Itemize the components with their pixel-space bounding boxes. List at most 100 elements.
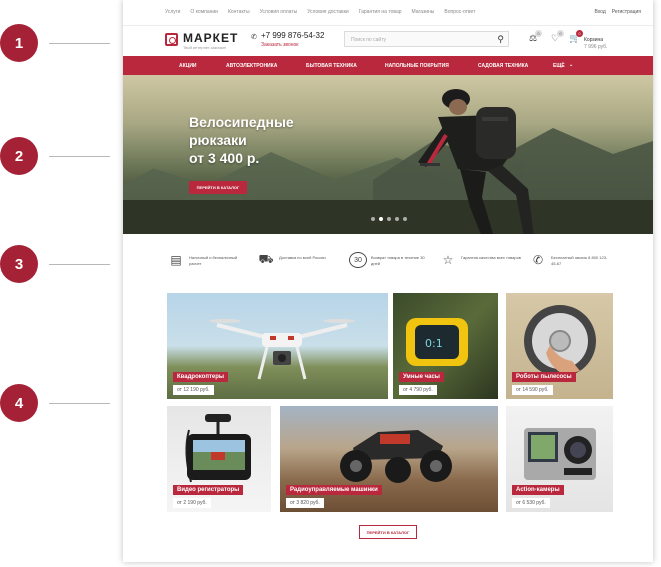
search-input[interactable]: Поиск по сайту ⚲ <box>344 31 509 47</box>
hero-catalog-button[interactable]: ПЕРЕЙТИ В КАТАЛОГ <box>189 181 247 194</box>
callout-line <box>49 156 110 157</box>
return-30-icon: 30 <box>349 252 367 268</box>
cyclist-image <box>418 89 534 234</box>
logo-tagline: Твой интернет-магазин <box>183 45 226 50</box>
callout-line <box>49 43 110 44</box>
tile-action-cameras[interactable]: Action-камеры от 6 530 руб. <box>506 406 613 512</box>
callout-line <box>49 403 110 404</box>
main-nav: АКЦИИ АВТОЭЛЕКТРОНИКА БЫТОВАЯ ТЕХНИКА НА… <box>123 56 653 75</box>
hero-title-line: Велосипедные <box>189 114 294 130</box>
callout-2: 2 <box>0 137 116 175</box>
action-camera-image <box>524 428 596 480</box>
top-link-payment[interactable]: Условия оплаты <box>260 9 298 15</box>
top-bar: Услуги О компании Контакты Условия оплат… <box>123 0 653 26</box>
callback-link[interactable]: Заказать звонок <box>261 42 298 48</box>
feature-text: Наличный и безналичный расчет <box>189 255 238 266</box>
nav-item-sales[interactable]: АКЦИИ <box>179 63 197 69</box>
top-link-delivery[interactable]: Условия доставки <box>307 9 349 15</box>
slider-dot[interactable] <box>395 217 399 221</box>
logo-icon[interactable] <box>165 33 178 46</box>
top-link-contacts[interactable]: Контакты <box>228 9 250 15</box>
header-phone[interactable]: +7 999 876-54-32 <box>261 31 324 40</box>
phone-icon: ✆ <box>251 34 257 41</box>
favorites-count-badge: 0 <box>557 30 564 37</box>
hero-banner[interactable]: Велосипедные рюкзаки от 3 400 р. ПЕРЕЙТИ… <box>123 75 653 234</box>
nav-item-garden[interactable]: САДОВАЯ ТЕХНИКА <box>478 63 528 69</box>
tile-label: Видео регистраторы <box>173 485 244 495</box>
stage: 1 2 3 4 Услуги О компании Контакты Услов… <box>0 0 661 567</box>
nav-item-more[interactable]: ЕЩЁ <box>553 63 565 69</box>
compare-count-badge: 0 <box>535 30 542 37</box>
drone-image <box>209 319 355 380</box>
slider-dot[interactable] <box>371 217 375 221</box>
tile-price: от 14 590 руб. <box>512 385 553 395</box>
svg-text:0:1: 0:1 <box>425 337 443 350</box>
tile-drones[interactable]: Квадрокоптеры от 12 190 руб. <box>167 293 388 399</box>
tile-price: от 2 190 руб. <box>173 498 211 508</box>
tile-robot-vacuums[interactable]: Роботы пылесосы от 14 590 руб. <box>506 293 613 399</box>
cart-count-badge: 0 <box>576 30 583 37</box>
robot-vacuum-image <box>524 305 596 377</box>
callout-3: 3 <box>0 245 116 283</box>
callout-number: 2 <box>0 137 38 175</box>
tile-price: от 4 790 руб. <box>399 385 437 395</box>
top-link-stores[interactable]: Магазины <box>412 9 435 15</box>
feature-text: Доставка по всей России <box>279 255 326 260</box>
hero-title: Велосипедные рюкзаки от 3 400 р. <box>189 113 294 167</box>
tile-label: Роботы пылесосы <box>512 372 576 382</box>
hero-title-line: рюкзаки <box>189 132 247 148</box>
logo[interactable]: МАРКЕТ <box>183 31 238 45</box>
slider-dot[interactable] <box>387 217 391 221</box>
features-strip: ▤ Наличный и безналичный расчет ⛟ Достав… <box>123 234 653 292</box>
rc-car-image <box>340 430 452 483</box>
catalog-button[interactable]: ПЕРЕЙТИ В КАТАЛОГ <box>359 525 417 539</box>
login-link[interactable]: Вход <box>594 9 605 15</box>
top-links: Услуги О компании Контакты Условия оплат… <box>165 9 475 15</box>
wallet-icon: ▤ <box>170 253 182 267</box>
hero-title-line: от 3 400 р. <box>189 150 260 166</box>
search-icon[interactable]: ⚲ <box>497 34 504 45</box>
register-link[interactable]: Регистрация <box>612 9 641 15</box>
shield-star-icon: ☆ <box>442 253 454 267</box>
top-link-about[interactable]: О компании <box>190 9 218 15</box>
feature-text: Бесплатный звонок 8 800 123-45-67 <box>551 255 608 266</box>
tile-price: от 12 190 руб. <box>173 385 214 395</box>
auth-links: Вход Регистрация <box>594 9 641 15</box>
feature-text: Возврат товара в течение 30 дней <box>371 255 425 266</box>
cart-label[interactable]: Корзина <box>584 37 603 43</box>
feature-text: Гарантия качества всех товаров <box>461 255 521 260</box>
truck-icon: ⛟ <box>258 252 274 266</box>
tile-price: от 3 820 руб. <box>286 498 324 508</box>
top-link-services[interactable]: Услуги <box>165 9 180 15</box>
chevron-down-icon[interactable]: ⌄ <box>569 62 573 68</box>
tile-label: Радиоуправляемые машинки <box>286 485 382 495</box>
search-placeholder: Поиск по сайту <box>351 37 387 43</box>
nav-item-auto-electronics[interactable]: АВТОЭЛЕКТРОНИКА <box>226 63 277 69</box>
tile-label: Квадрокоптеры <box>173 372 229 382</box>
cart-sum: 7 996 руб. <box>584 44 608 50</box>
nav-item-home-appliances[interactable]: БЫТОВАЯ ТЕХНИКА <box>306 63 357 69</box>
top-link-faq[interactable]: Вопрос-ответ <box>444 9 475 15</box>
callout-number: 4 <box>0 384 38 422</box>
callout-line <box>49 264 110 265</box>
site-mockup: Услуги О компании Контакты Условия оплат… <box>123 0 653 562</box>
smartwatch-image: 0:1 <box>406 318 468 366</box>
slider-dot[interactable] <box>403 217 407 221</box>
header: МАРКЕТ Твой интернет-магазин ✆ +7 999 87… <box>123 26 653 56</box>
nav-item-floor-coverings[interactable]: НАПОЛЬНЫЕ ПОКРЫТИЯ <box>385 63 449 69</box>
callout-number: 1 <box>0 24 38 62</box>
dashcam-image <box>185 414 251 483</box>
slider-dot-active[interactable] <box>379 217 383 221</box>
callout-number: 3 <box>0 245 38 283</box>
phone-icon: ✆ <box>532 253 544 267</box>
callout-4: 4 <box>0 384 116 422</box>
tile-dashcams[interactable]: Видео регистраторы от 2 190 руб. <box>167 406 271 512</box>
tile-rc-cars[interactable]: Радиоуправляемые машинки от 3 820 руб. <box>280 406 498 512</box>
slider-dots <box>371 217 407 221</box>
tile-label: Action-камеры <box>512 485 564 495</box>
tile-label: Умные часы <box>399 372 444 382</box>
tile-price: от 6 530 руб. <box>512 498 550 508</box>
tile-smartwatches[interactable]: 0:1 Умные часы от 4 790 руб. <box>393 293 498 399</box>
callout-1: 1 <box>0 24 116 62</box>
top-link-warranty[interactable]: Гарантия на товар <box>359 9 402 15</box>
